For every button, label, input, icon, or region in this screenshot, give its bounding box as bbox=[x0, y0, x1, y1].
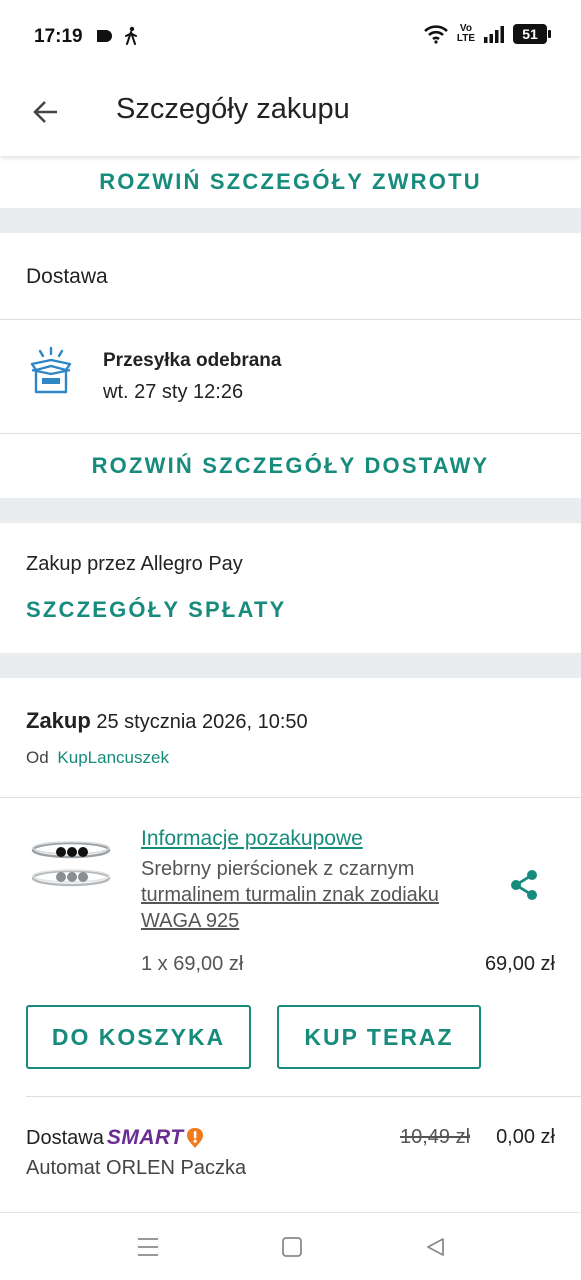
menu-icon bbox=[138, 1238, 158, 1256]
shipping-price: 0,00 zł bbox=[496, 1126, 555, 1148]
nav-home-button[interactable] bbox=[276, 1231, 308, 1263]
arrow-left-icon bbox=[33, 101, 57, 123]
expand-return-label: ROZWIŃ SZCZEGÓŁY ZWROTU bbox=[99, 169, 482, 194]
shipping-old-price: 10,49 zł bbox=[400, 1126, 471, 1148]
purchase-title: Zakup bbox=[26, 708, 91, 733]
section-gap bbox=[0, 653, 581, 678]
payment-method-label: Zakup przez Allegro Pay bbox=[26, 553, 243, 575]
product-name-line2: turmalinem turmalin znak zodiaku bbox=[141, 884, 439, 906]
nav-back-button[interactable] bbox=[419, 1231, 451, 1263]
shipping-label-row: Dostawa SMART bbox=[26, 1126, 204, 1150]
system-nav-bar bbox=[0, 1212, 581, 1280]
shipment-date: wt. 27 sty 12:26 bbox=[103, 381, 244, 403]
wifi-icon bbox=[423, 25, 448, 44]
share-button[interactable] bbox=[505, 866, 543, 904]
back-button[interactable] bbox=[28, 94, 64, 130]
status-left-icons bbox=[94, 26, 138, 46]
expand-delivery-details-link[interactable]: ROZWIŃ SZCZEGÓŁY DOSTAWY bbox=[0, 434, 581, 498]
open-box-icon bbox=[30, 346, 72, 394]
purchase-header: Zakup 25 stycznia 2026, 10:50 bbox=[26, 708, 308, 734]
product-name-link[interactable]: Srebrny pierścionek z czarnym turmalinem… bbox=[141, 856, 491, 934]
smart-badge-text: SMART bbox=[106, 1126, 184, 1149]
shipping-method: Automat ORLEN Paczka bbox=[26, 1157, 247, 1179]
item-total: 69,00 zł bbox=[484, 953, 555, 975]
shipping-label: Dostawa bbox=[26, 1126, 104, 1149]
expand-return-details-link[interactable]: ROZWIŃ SZCZEGÓŁY ZWROTU bbox=[0, 156, 581, 208]
purchase-date: 25 stycznia 2026, 10:50 bbox=[96, 711, 308, 733]
walking-icon bbox=[125, 26, 137, 45]
product-name-line1: Srebrny pierścionek z czarnym bbox=[141, 858, 415, 880]
volte-icon: Vo LTE bbox=[457, 24, 475, 44]
section-gap bbox=[0, 498, 581, 523]
smart-exclamation-icon bbox=[186, 1128, 203, 1148]
smart-badge: SMART bbox=[107, 1126, 204, 1150]
repayment-details-link[interactable]: SZCZEGÓŁY SPŁATY bbox=[26, 597, 287, 623]
product-image[interactable] bbox=[30, 832, 112, 894]
battery-icon: 51 bbox=[513, 24, 551, 44]
volte-bottom: LTE bbox=[456, 33, 475, 44]
status-bar: 17:19 Vo LTE 51 bbox=[0, 0, 581, 76]
after-sale-info-link[interactable]: Informacje pozakupowe bbox=[141, 827, 363, 851]
divider bbox=[0, 797, 581, 798]
buy-now-button[interactable]: KUP TERAZ bbox=[277, 1005, 481, 1069]
page-title: Szczegóły zakupu bbox=[116, 93, 350, 125]
add-to-cart-button[interactable]: DO KOSZYKA bbox=[26, 1005, 251, 1069]
delivery-section-title: Dostawa bbox=[26, 265, 108, 288]
product-name-line3: WAGA 925 bbox=[141, 910, 240, 932]
share-icon bbox=[511, 870, 537, 900]
expand-delivery-label: ROZWIŃ SZCZEGÓŁY DOSTAWY bbox=[91, 453, 490, 478]
app-bar: Szczegóły zakupu bbox=[0, 76, 581, 156]
seller-link[interactable]: KupLancuszek bbox=[57, 748, 169, 767]
nav-menu-button[interactable] bbox=[132, 1231, 164, 1263]
messenger-icon bbox=[97, 30, 112, 42]
shipment-status: Przesyłka odebrana bbox=[103, 350, 282, 371]
seller-prefix: Od bbox=[26, 748, 49, 767]
divider bbox=[0, 319, 581, 320]
signal-icon bbox=[484, 26, 504, 43]
seller-row: Od KupLancuszek bbox=[26, 748, 169, 768]
status-right-icons: Vo LTE 51 bbox=[423, 24, 551, 44]
divider bbox=[26, 1096, 581, 1097]
section-gap bbox=[0, 208, 581, 233]
back-triangle-icon bbox=[427, 1238, 444, 1256]
quantity-price: 1 x 69,00 zł bbox=[141, 953, 244, 975]
status-time: 17:19 bbox=[34, 26, 83, 47]
home-square-icon bbox=[282, 1237, 302, 1257]
